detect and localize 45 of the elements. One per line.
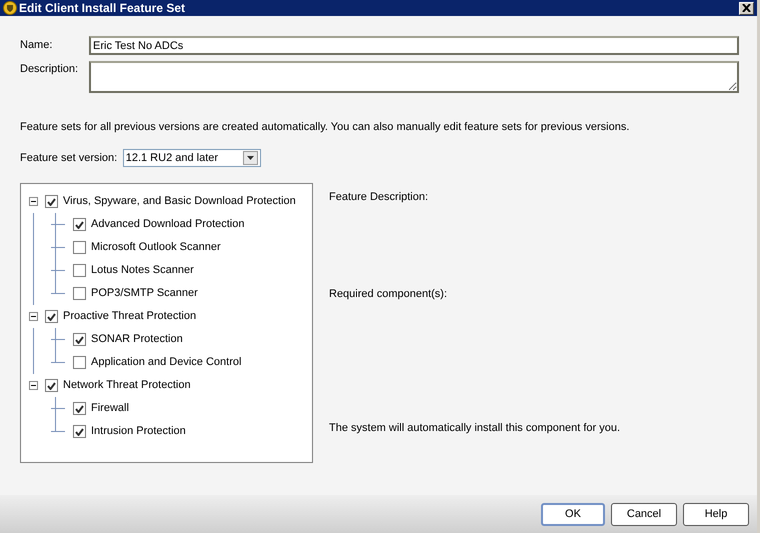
tree-item-label[interactable]: Network Threat Protection [63, 377, 191, 394]
tree-item-label[interactable]: Application and Device Control [91, 354, 242, 371]
minus-icon [31, 385, 36, 386]
tree-item-label[interactable]: SONAR Protection [91, 331, 183, 348]
dialog-button[interactable]: Help [683, 502, 749, 526]
checkbox[interactable] [73, 402, 86, 415]
name-field[interactable]: Eric Test No ADCs [89, 36, 739, 55]
checkbox[interactable] [45, 195, 58, 208]
checkbox[interactable] [73, 241, 86, 254]
checkbox[interactable] [45, 379, 58, 392]
tree-item-label[interactable]: Virus, Spyware, and Basic Download Protection [63, 193, 296, 210]
minus-icon [31, 201, 36, 202]
close-button[interactable] [739, 2, 754, 14]
window-title: Edit Client Install Feature Set [19, 0, 186, 17]
tree-item-label[interactable]: Microsoft Outlook Scanner [91, 239, 221, 256]
version-dropdown[interactable]: 12.1 RU2 and later [122, 149, 261, 167]
note-text: The system will automatically install this component for you. [329, 421, 620, 436]
dialog-button[interactable]: OK [541, 502, 605, 526]
shield-icon [3, 1, 17, 15]
section-label: Required component(s): [329, 286, 448, 302]
section-label: Feature Description: [329, 190, 430, 205]
tree-item-label[interactable]: POP3/SMTP Scanner [91, 285, 198, 302]
checkbox[interactable] [73, 333, 86, 346]
tree-item-label[interactable]: Firewall [91, 400, 129, 417]
collapse-toggle[interactable] [29, 312, 38, 321]
field-label: Description: [20, 62, 80, 76]
tree-item-label[interactable]: Intrusion Protection [91, 423, 186, 440]
description-field[interactable] [89, 60, 739, 92]
info-text: Feature sets for all previous versions are created automatically. You can also manually edit feature sets for previous versions. [20, 120, 630, 134]
tree-item-label[interactable]: Lotus Notes Scanner [91, 262, 194, 279]
dialog-button[interactable]: Cancel [611, 502, 677, 526]
collapse-toggle[interactable] [29, 197, 38, 206]
field-label: Feature set version: [20, 150, 118, 166]
checkbox[interactable] [73, 264, 86, 277]
tree-item-label[interactable]: Proactive Threat Protection [63, 308, 196, 325]
checkbox[interactable] [45, 310, 58, 323]
checkbox[interactable] [73, 218, 86, 231]
checkbox[interactable] [73, 287, 86, 300]
caret-icon [246, 156, 254, 160]
tree-item-label[interactable]: Advanced Download Protection [91, 216, 244, 233]
collapse-toggle[interactable] [29, 381, 38, 390]
minus-icon [31, 316, 36, 317]
field-label: Name: [20, 38, 54, 54]
checkbox[interactable] [73, 356, 86, 369]
checkbox[interactable] [73, 425, 86, 438]
